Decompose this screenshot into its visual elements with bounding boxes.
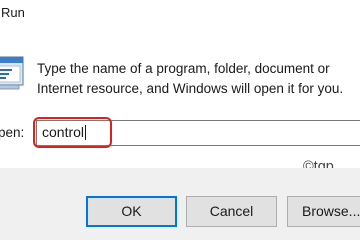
annotation-highlight [33, 117, 112, 148]
browse-button-label: Browse... [302, 203, 360, 219]
browse-button[interactable]: Browse... [287, 196, 360, 227]
title-bar: Run [0, 0, 360, 32]
cancel-button[interactable]: Cancel [186, 196, 277, 227]
window-title: Run [1, 5, 25, 20]
ok-button[interactable]: OK [86, 196, 177, 227]
open-label: pen: [0, 125, 25, 140]
run-icon [0, 55, 24, 91]
dialog-description: Type the name of a program, folder, docu… [37, 61, 344, 96]
